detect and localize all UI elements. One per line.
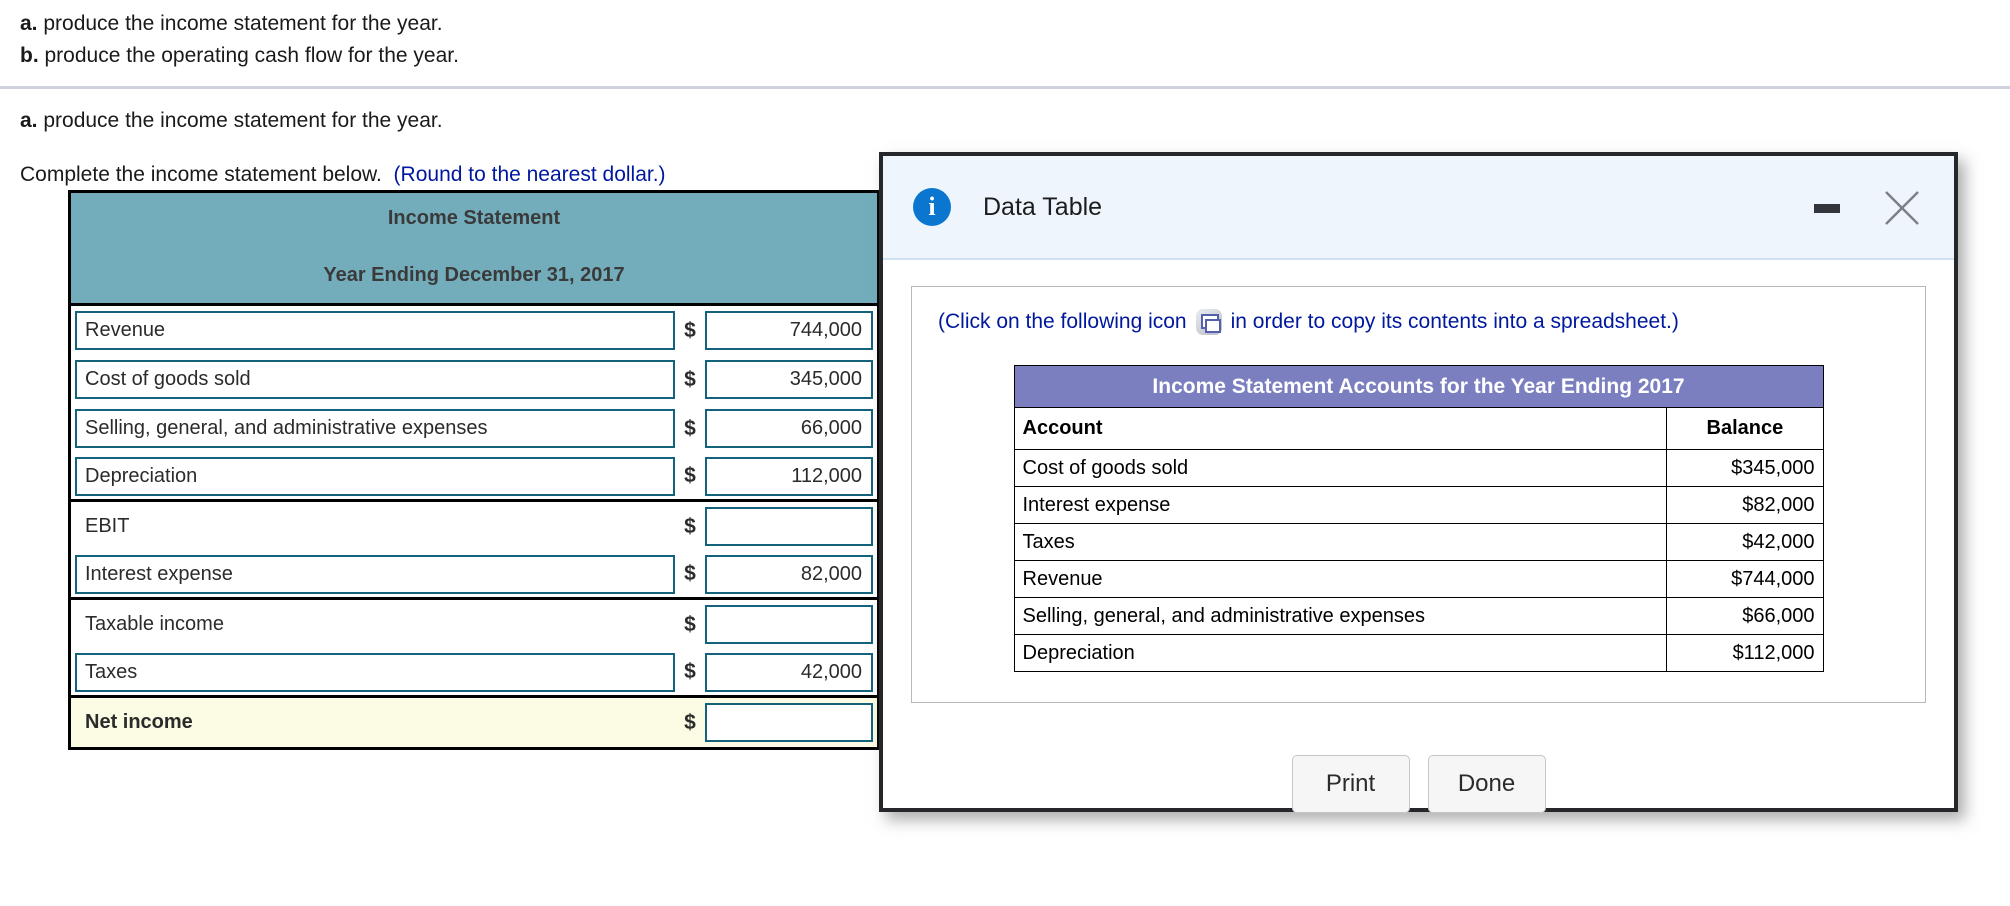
data-table-header-row: Account Balance (1013, 407, 1824, 450)
cell-balance: $82,000 (1666, 486, 1824, 524)
bullet-b-marker: b. (20, 44, 39, 67)
rounding-note: (Round to the nearest dollar.) (393, 163, 666, 186)
window-controls (1804, 156, 1928, 260)
instruction-text: Complete the income statement below. (20, 163, 382, 186)
statement-row-label[interactable]: Selling, general, and administrative exp… (75, 409, 675, 448)
currency-symbol: $ (684, 612, 696, 636)
statement-row: Taxable income $ (71, 600, 877, 649)
cell-account: Depreciation (1013, 634, 1668, 672)
statement-row-value-input[interactable]: 66,000 (705, 409, 873, 448)
data-panel: (Click on the following icon in order to… (911, 286, 1926, 703)
statement-row: Net income $ (71, 698, 877, 747)
statement-row-label[interactable]: Cost of goods sold (75, 360, 675, 399)
income-statement-header: Income Statement Year Ending December 31… (71, 193, 877, 306)
statement-row-label[interactable]: Depreciation (75, 456, 675, 496)
statement-row-label: Net income (85, 711, 193, 733)
cell-balance: $42,000 (1666, 523, 1824, 561)
statement-row-label: Taxable income (85, 613, 224, 635)
close-icon[interactable] (1876, 182, 1928, 234)
column-header-account: Account (1013, 407, 1668, 450)
table-row: Selling, general, and administrative exp… (1013, 597, 1824, 635)
currency-symbol: $ (684, 464, 696, 487)
copy-instruction-before: (Click on the following icon (938, 310, 1187, 333)
statement-row: Depreciation $112,000 (71, 453, 877, 502)
copy-instruction-after: in order to copy its contents into a spr… (1230, 310, 1679, 333)
currency-symbol: $ (684, 318, 696, 342)
statement-row-label[interactable]: Interest expense (75, 554, 675, 594)
currency-symbol: $ (684, 710, 696, 734)
page-root: a. produce the income statement for the … (0, 0, 2010, 906)
column-header-balance: Balance (1666, 407, 1824, 450)
dialog-title: Data Table (983, 192, 1103, 221)
income-statement-rows: Revenue $744,000 Cost of goods sold $345,00… (71, 306, 877, 747)
statement-row: Interest expense $82,000 (71, 551, 877, 600)
statement-row-value-input[interactable]: 744,000 (705, 311, 873, 350)
question-bullet-a: a. produce the income statement for the … (20, 8, 459, 40)
table-row: Taxes $42,000 (1013, 523, 1824, 561)
currency-symbol: $ (684, 367, 696, 391)
currency-symbol: $ (684, 562, 696, 585)
table-row: Interest expense $82,000 (1013, 486, 1824, 524)
statement-row-value-input[interactable] (705, 605, 873, 644)
income-statement-widget: Income Statement Year Ending December 31… (68, 190, 880, 750)
statement-row-label: EBIT (85, 515, 130, 537)
cell-balance: $744,000 (1666, 560, 1824, 598)
data-table-body: Cost of goods sold $345,000 Interest expen… (1013, 449, 1824, 672)
done-button[interactable]: Done (1427, 755, 1546, 813)
statement-row-label[interactable]: Revenue (75, 311, 675, 350)
copy-instruction: (Click on the following icon in order to… (938, 309, 1899, 335)
question-bullets: a. produce the income statement for the … (20, 8, 459, 72)
statement-row: EBIT $ (71, 502, 877, 551)
currency-symbol: $ (684, 660, 696, 683)
spreadsheet-icon[interactable] (1195, 309, 1222, 335)
cell-account: Revenue (1013, 560, 1668, 598)
dialog-actions: Print Done (911, 755, 1926, 813)
income-statement-subtitle: Year Ending December 31, 2017 (323, 264, 625, 286)
data-table-dialog: i Data Table (Click on the following ico… (879, 152, 1958, 813)
statement-row-value-input[interactable]: 82,000 (705, 554, 873, 594)
cell-balance: $112,000 (1666, 634, 1824, 672)
question-restatement: a. produce the income statement for the … (20, 105, 443, 137)
cell-balance: $345,000 (1666, 449, 1824, 487)
dialog-titlebar: i Data Table (883, 156, 1954, 260)
income-statement-title: Income Statement (387, 207, 561, 229)
data-table-title-row: Income Statement Accounts for the Year E… (1013, 365, 1824, 408)
dialog-body: (Click on the following icon in order to… (883, 260, 1954, 813)
statement-row: Taxes $42,000 (71, 649, 877, 698)
bullet-a-text: produce the income statement for the yea… (37, 12, 443, 35)
table-row: Depreciation $112,000 (1013, 634, 1824, 672)
minimize-icon[interactable] (1804, 185, 1850, 231)
statement-row-value-input[interactable] (705, 703, 873, 742)
info-icon-glyph: i (928, 192, 936, 221)
statement-row: Revenue $744,000 (71, 306, 877, 355)
cell-account: Interest expense (1013, 486, 1668, 524)
cell-account: Taxes (1013, 523, 1668, 561)
data-table-title: Income Statement Accounts for the Year E… (1013, 365, 1824, 408)
restatement-marker: a. (20, 109, 38, 132)
info-icon: i (913, 188, 951, 226)
cell-balance: $66,000 (1666, 597, 1824, 635)
cell-account: Cost of goods sold (1013, 449, 1668, 487)
table-row: Cost of goods sold $345,000 (1013, 449, 1824, 487)
question-bullet-b: b. produce the operating cash flow for t… (20, 40, 459, 72)
currency-symbol: $ (684, 514, 696, 538)
print-button[interactable]: Print (1291, 755, 1410, 813)
table-row: Revenue $744,000 (1013, 560, 1824, 598)
statement-row: Selling, general, and administrative exp… (71, 404, 877, 453)
instruction-line: Complete the income statement below. (Ro… (20, 163, 666, 187)
statement-row-value-input[interactable]: 112,000 (705, 456, 873, 496)
restatement-text: produce the income statement for the yea… (37, 109, 443, 132)
statement-row-value-input[interactable] (705, 507, 873, 546)
cell-account: Selling, general, and administrative exp… (1013, 597, 1668, 635)
bullet-b-text: produce the operating cash flow for the … (38, 44, 459, 67)
bullet-a-marker: a. (20, 12, 38, 35)
statement-row: Cost of goods sold $345,000 (71, 355, 877, 404)
data-table: Income Statement Accounts for the Year E… (1013, 365, 1824, 672)
statement-row-value-input[interactable]: 42,000 (705, 652, 873, 692)
statement-row-value-input[interactable]: 345,000 (705, 360, 873, 399)
currency-symbol: $ (684, 416, 696, 440)
section-divider (0, 86, 2010, 89)
statement-row-label[interactable]: Taxes (75, 652, 675, 692)
